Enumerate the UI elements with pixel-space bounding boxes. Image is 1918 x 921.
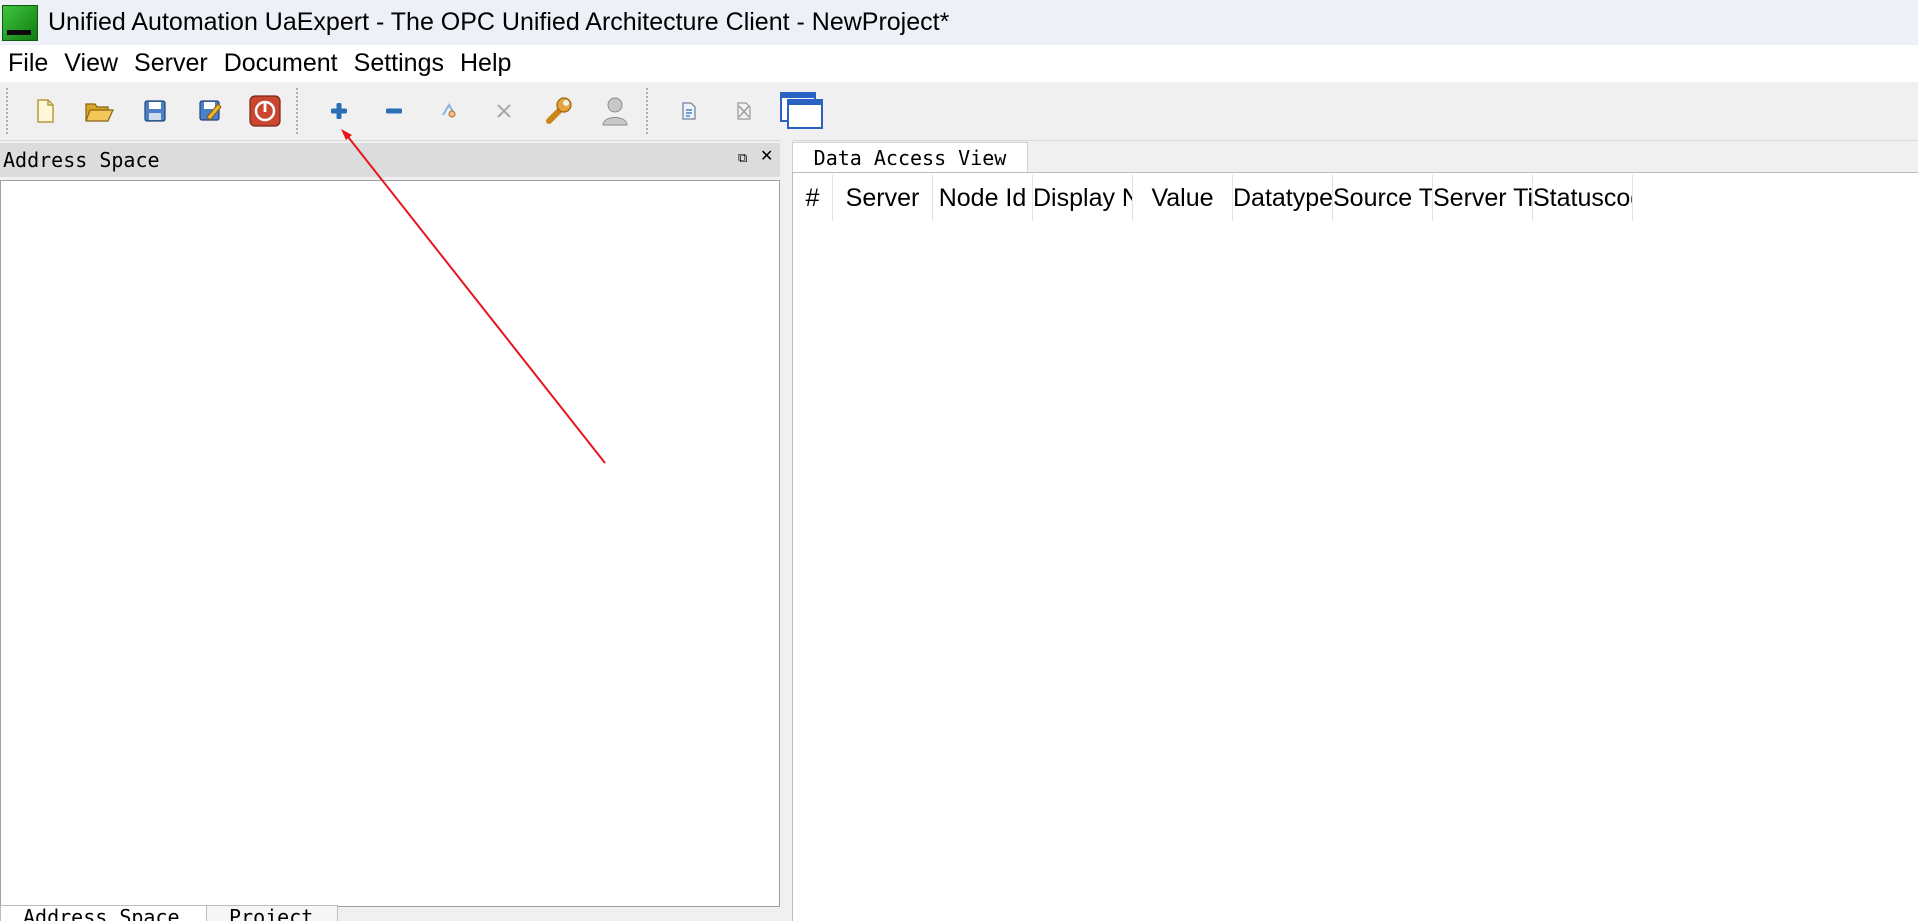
left-bottom-tabs: Address Space Project <box>0 905 780 921</box>
menu-view[interactable]: View <box>56 45 126 82</box>
document-tabbar: Data Access View <box>792 142 1918 173</box>
tab-data-access-view[interactable]: Data Access View <box>792 142 1028 173</box>
open-project-icon <box>85 103 114 122</box>
disconnect-server-icon <box>497 104 511 118</box>
open-project-button[interactable] <box>80 92 118 130</box>
add-document-icon <box>682 102 696 120</box>
save-project-button[interactable] <box>136 92 174 130</box>
column-header-server[interactable]: Server <box>833 175 933 221</box>
tab-project[interactable]: Project <box>206 905 338 921</box>
panel-splitter[interactable] <box>781 140 791 920</box>
data-access-view[interactable]: # Server Node Id Display Name Value Data… <box>792 172 1918 921</box>
remove-server-button[interactable] <box>375 92 413 130</box>
column-header-source-timestamp[interactable]: Source Timestamp <box>1333 175 1433 221</box>
save-project-icon <box>144 100 166 122</box>
menu-file[interactable]: File <box>0 45 56 82</box>
remove-server-icon <box>386 108 402 114</box>
exit-icon <box>249 95 281 127</box>
column-header-server-timestamp[interactable]: Server Timestamp <box>1433 175 1533 221</box>
menu-document[interactable]: Document <box>216 45 346 82</box>
toolbar-grip[interactable] <box>296 88 298 134</box>
uaexpert-app-icon <box>2 4 38 41</box>
column-header-datatype[interactable]: Datatype <box>1233 175 1333 221</box>
window-button[interactable] <box>780 91 824 131</box>
column-header-value[interactable]: Value <box>1133 175 1233 221</box>
address-space-tree[interactable] <box>0 180 780 907</box>
window-title: Unified Automation UaExpert - The OPC Un… <box>48 8 950 36</box>
toolbar-grip[interactable] <box>6 88 8 134</box>
menu-server[interactable]: Server <box>126 45 216 82</box>
column-header-index[interactable]: # <box>793 175 833 221</box>
save-as-button[interactable] <box>191 92 229 130</box>
exit-button[interactable] <box>246 92 284 130</box>
connect-server-icon <box>442 103 456 118</box>
new-project-button[interactable] <box>26 92 64 130</box>
disconnect-server-button[interactable] <box>485 92 523 130</box>
menu-bar: File View Server Document Settings Help <box>0 45 1918 82</box>
table-header: # Server Node Id Display Name Value Data… <box>793 175 1633 221</box>
column-header-node-id[interactable]: Node Id <box>933 175 1033 221</box>
connect-server-button[interactable] <box>430 92 468 130</box>
user-button[interactable] <box>596 92 634 130</box>
menu-settings[interactable]: Settings <box>346 45 452 82</box>
menu-help[interactable]: Help <box>452 45 519 82</box>
address-space-dock-header: Address Space ⧉ ✕ <box>0 143 780 177</box>
toolbar-grip[interactable] <box>646 88 648 134</box>
column-header-statuscode[interactable]: Statuscode <box>1533 175 1633 221</box>
window-icon <box>780 92 823 129</box>
dock-close-icon[interactable]: ✕ <box>760 149 774 165</box>
column-header-display-name[interactable]: Display Name <box>1033 175 1133 221</box>
dock-float-icon[interactable]: ⧉ <box>738 151 752 165</box>
new-project-icon <box>37 99 54 123</box>
add-document-button[interactable] <box>670 92 708 130</box>
add-server-button[interactable] <box>320 92 358 130</box>
remove-document-button[interactable] <box>725 92 763 130</box>
toolbar <box>0 82 1918 141</box>
tab-address-space[interactable]: Address Space <box>0 905 207 921</box>
server-settings-icon <box>546 97 572 124</box>
remove-document-icon <box>737 102 751 120</box>
server-settings-button[interactable] <box>540 92 578 130</box>
save-as-icon <box>199 100 222 121</box>
title-bar: Unified Automation UaExpert - The OPC Un… <box>0 0 1918 45</box>
address-space-title: Address Space <box>3 148 160 172</box>
user-icon <box>602 97 628 126</box>
add-server-icon <box>331 103 347 119</box>
